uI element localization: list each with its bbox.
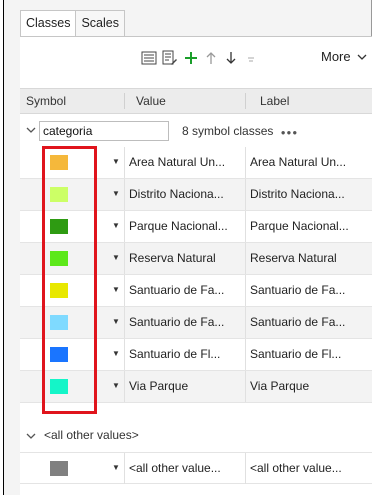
- column-header-value[interactable]: Value: [136, 89, 166, 113]
- more-menu-button[interactable]: More: [321, 49, 367, 64]
- symbology-pane: Classes Scales More Symbol Value Label c…: [3, 0, 372, 496]
- other-values-group: <all other values>: [20, 424, 372, 448]
- table-row[interactable]: ▼ Reserva Natural Reserva Natural: [20, 243, 372, 275]
- value-cell[interactable]: <all other value...: [124, 453, 244, 484]
- label-cell[interactable]: Reserva Natural: [245, 243, 372, 274]
- chevron-down-icon: [357, 54, 367, 60]
- caret-down-icon[interactable]: ▼: [112, 157, 120, 166]
- more-options-icon[interactable]: ●●●: [281, 128, 299, 137]
- symbol-swatch[interactable]: [50, 379, 68, 394]
- edit-list-icon[interactable]: [162, 49, 178, 67]
- label-cell[interactable]: <all other value...: [245, 453, 372, 484]
- symbol-class-count: 8 symbol classes ●●●: [182, 124, 298, 138]
- table-row[interactable]: ▼ Distrito Naciona... Distrito Naciona...: [20, 179, 372, 211]
- caret-down-icon[interactable]: ▼: [112, 189, 120, 198]
- other-values-label: <all other values>: [44, 428, 139, 442]
- caret-down-icon[interactable]: ▼: [112, 221, 120, 230]
- chevron-down-icon[interactable]: [26, 431, 36, 443]
- move-up-icon[interactable]: [205, 49, 217, 67]
- symbol-swatch[interactable]: [50, 155, 68, 170]
- tab-strip: Classes Scales: [20, 10, 125, 37]
- table-header: Symbol Value Label: [20, 88, 372, 114]
- value-cell[interactable]: Santuario de Fa...: [124, 307, 244, 338]
- value-cell[interactable]: Parque Nacional...: [124, 211, 244, 242]
- table-row[interactable]: ▼ Area Natural Un... Area Natural Un...: [20, 147, 372, 179]
- value-field-input[interactable]: categoria: [39, 121, 169, 141]
- count-text: 8 symbol classes: [182, 124, 274, 138]
- value-cell[interactable]: Distrito Naciona...: [124, 179, 244, 210]
- table-row-other-values[interactable]: ▼ <all other value... <all other value..…: [20, 452, 372, 484]
- caret-down-icon[interactable]: ▼: [112, 381, 120, 390]
- sort-icon[interactable]: [245, 49, 257, 67]
- value-cell[interactable]: Via Parque: [124, 371, 244, 402]
- caret-down-icon[interactable]: ▼: [112, 253, 120, 262]
- symbol-swatch[interactable]: [50, 187, 68, 202]
- symbol-swatch[interactable]: [50, 461, 68, 476]
- caret-down-icon[interactable]: ▼: [112, 285, 120, 294]
- move-down-icon[interactable]: [225, 49, 237, 67]
- table-row[interactable]: ▼ Parque Nacional... Parque Nacional...: [20, 211, 372, 243]
- symbol-swatch[interactable]: [50, 315, 68, 330]
- value-cell[interactable]: Reserva Natural: [124, 243, 244, 274]
- table-row[interactable]: ▼ Santuario de Fa... Santuario de Fa...: [20, 275, 372, 307]
- label-cell[interactable]: Via Parque: [245, 371, 372, 402]
- column-divider[interactable]: [124, 93, 125, 109]
- classes-panel: More Symbol Value Label categoria 8 symb…: [20, 36, 372, 496]
- symbol-swatch[interactable]: [50, 251, 68, 266]
- value-cell[interactable]: Santuario de Fa...: [124, 275, 244, 306]
- table-row[interactable]: ▼ Via Parque Via Parque: [20, 371, 372, 403]
- symbol-swatch[interactable]: [50, 219, 68, 234]
- add-icon[interactable]: [183, 49, 199, 67]
- column-header-label[interactable]: Label: [260, 89, 289, 113]
- list-view-icon[interactable]: [141, 49, 157, 67]
- label-cell[interactable]: Santuario de Fa...: [245, 275, 372, 306]
- tab-classes[interactable]: Classes: [20, 10, 77, 37]
- label-cell[interactable]: Santuario de Fl...: [245, 339, 372, 370]
- table-row[interactable]: ▼ Santuario de Fa... Santuario de Fa...: [20, 307, 372, 339]
- table-row[interactable]: ▼ Santuario de Fl... Santuario de Fl...: [20, 339, 372, 371]
- label-cell[interactable]: Santuario de Fa...: [245, 307, 372, 338]
- caret-down-icon[interactable]: ▼: [112, 317, 120, 326]
- tab-scales[interactable]: Scales: [75, 10, 125, 36]
- classes-toolbar: More: [20, 37, 372, 79]
- symbol-swatch[interactable]: [50, 347, 68, 362]
- caret-down-icon[interactable]: ▼: [112, 463, 120, 472]
- symbol-swatch[interactable]: [50, 283, 68, 298]
- column-header-symbol[interactable]: Symbol: [26, 89, 66, 113]
- chevron-down-icon[interactable]: [26, 125, 36, 137]
- value-cell[interactable]: Santuario de Fl...: [124, 339, 244, 370]
- label-cell[interactable]: Distrito Naciona...: [245, 179, 372, 210]
- label-cell[interactable]: Parque Nacional...: [245, 211, 372, 242]
- more-label: More: [321, 49, 351, 64]
- label-cell[interactable]: Area Natural Un...: [245, 147, 372, 178]
- value-cell[interactable]: Area Natural Un...: [124, 147, 244, 178]
- caret-down-icon[interactable]: ▼: [112, 349, 120, 358]
- column-divider[interactable]: [245, 93, 246, 109]
